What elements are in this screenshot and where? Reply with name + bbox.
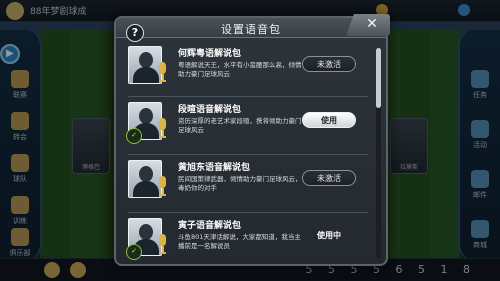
microphone-icon <box>158 62 167 82</box>
owned-badge-icon: ✓ <box>126 244 142 260</box>
pack-description: 粤语解说天王，水平有小蛮腰那么高，倾情助力豪门足球风云 <box>178 61 302 78</box>
sidebar-item-3[interactable]: 球队 <box>6 154 34 184</box>
use-button[interactable]: 使用 <box>302 112 356 128</box>
dialog-title: 设置语音包 <box>221 23 281 36</box>
left-sidebar: 联赛 转会 球队 训练 俱乐部 <box>0 30 42 260</box>
voice-pack-item: 黄旭东语音解说包 民间国策律武器，倾情助力豪门足球风云，毒奶你的对手 未激活 <box>124 158 372 212</box>
microphone-icon <box>158 234 167 254</box>
in-use-label: 使用中 <box>317 231 341 240</box>
sidebar-item-4[interactable]: 训练 <box>6 196 34 226</box>
voice-pack-item: 何辉粤语解说包 粤语解说天王，水平有小蛮腰那么高，倾情助力豪门足球风云 未激活 <box>124 44 372 98</box>
player-card[interactable]: 拉莫斯 <box>390 118 428 174</box>
divider <box>128 212 368 213</box>
divider <box>128 96 368 97</box>
mail-icon <box>471 170 489 188</box>
play-arrow-icon[interactable]: ▶ <box>0 44 20 64</box>
sidebar-item-r2[interactable]: 活动 <box>466 120 494 150</box>
event-icon <box>471 120 489 138</box>
microphone-icon <box>158 118 167 138</box>
pack-description: 民间国策律武器，倾情助力豪门足球风云，毒奶你的对手 <box>178 175 302 192</box>
voice-pack-item: ✓ 段暄语音解说包 资历深厚的老艺术家段暄，携将倾助力豪门足球风云 使用 <box>124 100 372 154</box>
commentator-avatar <box>128 160 162 198</box>
pack-name: 段暄语音解说包 <box>178 105 242 115</box>
transfer-icon <box>11 112 29 130</box>
league-icon <box>11 70 29 88</box>
pack-description: 资历深厚的老艺术家段暄，携将倾助力豪门足球风云 <box>178 117 302 134</box>
player-card[interactable]: 博格巴 <box>72 118 110 174</box>
scrollbar[interactable] <box>376 48 381 258</box>
task-icon <box>471 70 489 88</box>
sidebar-item-r3[interactable]: 邮件 <box>466 170 494 200</box>
voice-pack-list[interactable]: 何辉粤语解说包 粤语解说天王，水平有小蛮腰那么高，倾情助力豪门足球风云 未激活 … <box>124 44 372 264</box>
club-logo-icon[interactable] <box>6 2 24 20</box>
commentator-avatar <box>128 46 162 84</box>
diamond-icon <box>458 4 470 16</box>
voice-pack-item: ✓ 寅子语音解说包 斗鱼801天津话解说，大家都知道，我当主播前是一名解说员 使… <box>124 216 372 264</box>
bottom-icon[interactable] <box>44 262 60 278</box>
bottom-icon[interactable] <box>70 262 86 278</box>
shop-icon <box>471 220 489 238</box>
inactive-button[interactable]: 未激活 <box>302 56 356 72</box>
sidebar-item-2[interactable]: 转会 <box>6 112 34 142</box>
microphone-icon <box>158 176 167 196</box>
right-sidebar: 任务 活动 邮件 商城 <box>458 30 500 260</box>
training-icon <box>11 196 29 214</box>
sidebar-item-r4[interactable]: 商城 <box>466 220 494 250</box>
sidebar-item-r1[interactable]: 任务 <box>466 70 494 100</box>
team-icon <box>11 154 29 172</box>
dialog-header: 设置语音包 <box>116 18 386 38</box>
club-icon <box>11 228 29 246</box>
pack-name: 黄旭东语音解说包 <box>178 163 251 173</box>
voice-pack-dialog: 设置语音包 何辉粤语解说包 粤语解说天王，水平有小蛮腰那么高，倾情助力豪门足球风… <box>114 16 388 266</box>
inactive-button[interactable]: 未激活 <box>302 170 356 186</box>
pack-name: 寅子语音解说包 <box>178 221 242 231</box>
scrollbar-thumb[interactable] <box>376 48 381 108</box>
pack-name: 何辉粤语解说包 <box>178 49 242 59</box>
owned-badge-icon: ✓ <box>126 128 142 144</box>
sidebar-item-1[interactable]: 联赛 <box>6 70 34 100</box>
divider <box>128 154 368 155</box>
pack-description: 斗鱼801天津话解说，大家都知道，我当主播前是一名解说员 <box>178 233 301 250</box>
club-name: 88年梦剧球成 <box>30 7 87 17</box>
help-icon[interactable]: ? <box>126 24 144 42</box>
sidebar-item-5[interactable]: 俱乐部 <box>6 228 34 258</box>
